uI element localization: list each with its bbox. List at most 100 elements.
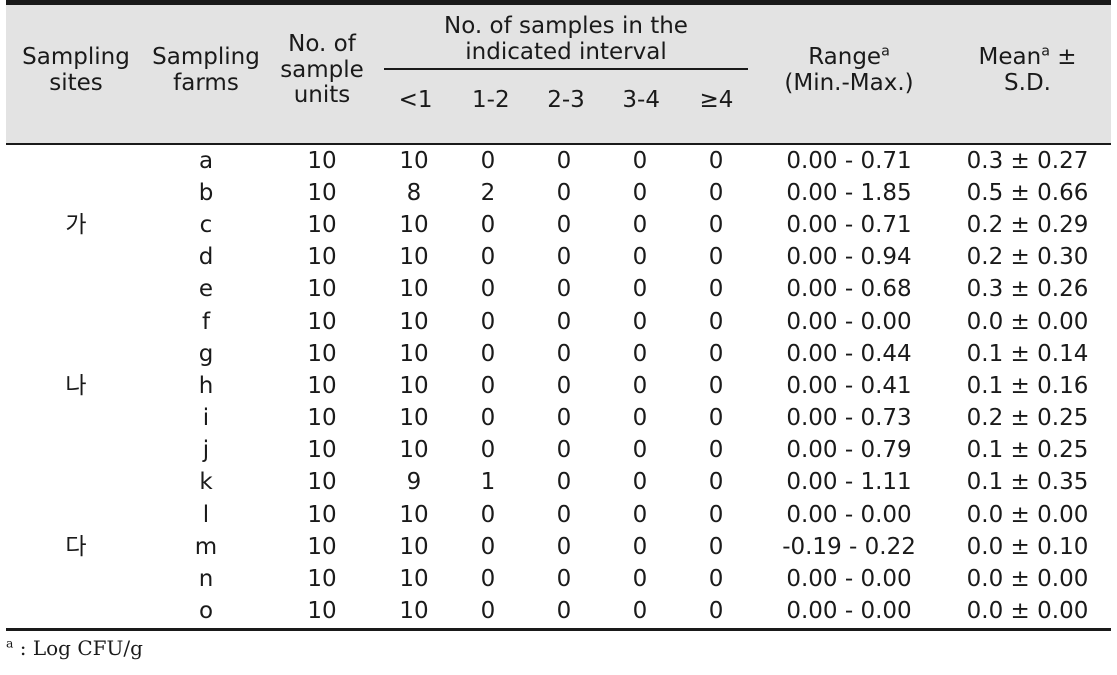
table-row: 가 c 10 10 0 0 0 0 0.00 - 0.71 0.2 ± 0.29 <box>6 209 1111 241</box>
cell-sampling-site <box>6 177 146 209</box>
cell-mean-sd-value: 0.1 ± 0.35 <box>966 469 1089 496</box>
column-header-mean-sd: Meana ± S.D. <box>944 0 1112 145</box>
mean-footnote-marker: a <box>1041 42 1050 59</box>
cell-interval-ge4: 0 <box>678 595 755 631</box>
cell-interval-2-3: 0 <box>556 566 572 593</box>
cell-sample-units: 10 <box>307 469 337 496</box>
footnote-text: : Log CFU/g <box>13 635 143 660</box>
table-body: a 10 10 0 0 0 0 0.00 - 0.71 0.3 ± 0.27 b 10 8 2 0 0 0 0.… <box>6 144 1112 631</box>
cell-sample-units: 10 <box>266 595 378 631</box>
cell-sampling-farm: b <box>198 179 214 206</box>
cell-interval-2-3: 0 <box>556 437 572 464</box>
cell-sample-units: 10 <box>307 405 337 432</box>
cell-interval-ge4: 0 <box>708 566 724 593</box>
column-header-group-interval: No. of samples in the indicated interval… <box>378 0 755 145</box>
table-row: e 10 10 0 0 0 0 0.00 - 0.68 0.3 ± 0.26 <box>6 274 1111 306</box>
cell-sampling-site <box>6 242 146 274</box>
column-header-interval-lt1: <1 <box>398 87 433 114</box>
cell-interval-lt1: 8 <box>406 179 422 206</box>
table-row: n 10 10 0 0 0 0 0.00 - 0.00 0.0 ± 0.00 <box>6 563 1111 595</box>
cell-sample-units: 10 <box>307 308 337 335</box>
cell-interval-ge4: 0 <box>708 211 724 238</box>
table-row: l 10 10 0 0 0 0 0.00 - 0.00 0.0 ± 0.00 <box>6 499 1111 531</box>
sampling-farms-label-line2: farms <box>173 69 239 96</box>
cell-interval-1-2: 0 <box>480 533 496 560</box>
cell-sample-units: 10 <box>307 211 337 238</box>
cell-interval-1-2: 0 <box>480 566 496 593</box>
cell-interval-lt1: 10 <box>399 437 429 464</box>
cell-interval-1-2: 0 <box>480 276 496 303</box>
range-footnote-marker: a <box>881 42 890 59</box>
cell-interval-ge4: 0 <box>708 179 724 206</box>
cell-range-value: 0.00 - 1.11 <box>786 469 912 496</box>
column-header-range: Rangea (Min.-Max.) <box>754 0 945 145</box>
cell-interval-3-4: 0 <box>632 211 648 238</box>
cell-sampling-farm: l <box>202 501 210 528</box>
mean-label-text: Mean <box>978 43 1042 70</box>
cell-range-value: 0.00 - 1.85 <box>786 179 912 206</box>
column-header-interval-1-2: 1-2 <box>472 87 510 114</box>
cell-sampling-site: 나 <box>65 372 87 399</box>
sampling-results-table: Sampling sites Sampling farms No. of sam… <box>6 0 1112 631</box>
cell-sampling-site <box>6 274 146 306</box>
cell-sampling-farm: f <box>201 308 211 335</box>
interval-group-title-line1: No. of samples in the <box>444 13 688 39</box>
table-row: k 10 9 1 0 0 0 0.00 - 1.11 0.1 ± 0.35 <box>6 467 1111 499</box>
cell-range-value: 0.00 - 0.00 <box>786 308 912 335</box>
cell-range-value: 0.00 - 0.00 <box>786 501 912 528</box>
cell-interval-3-4: 0 <box>632 179 648 206</box>
cell-mean-sd-value: 0.0 ± 0.00 <box>966 501 1089 528</box>
cell-sampling-site <box>6 499 146 531</box>
sampling-sites-label-line2: sites <box>49 69 103 96</box>
cell-interval-3-4: 0 <box>632 308 648 335</box>
cell-mean-sd-value: 0.2 ± 0.30 <box>966 244 1089 271</box>
cell-interval-1-2: 0 <box>480 211 496 238</box>
cell-sampling-site <box>6 306 146 338</box>
cell-range-value: 0.00 - 0.41 <box>786 372 912 399</box>
cell-sampling-farm: k <box>199 469 213 496</box>
cell-sample-units: 10 <box>307 566 337 593</box>
cell-sampling-farm: m <box>194 533 218 560</box>
cell-mean-sd-value: 0.1 ± 0.16 <box>966 372 1089 399</box>
interval-group-title-line2: indicated interval <box>465 38 667 65</box>
cell-sampling-farm: n <box>198 566 214 593</box>
cell-range-value: 0.00 - 0.44 <box>786 340 912 367</box>
cell-range-value: 0.00 - 0.71 <box>786 211 912 238</box>
sample-units-label-line3: units <box>293 82 351 109</box>
cell-interval-3-4: 0 <box>632 276 648 303</box>
cell-sampling-site: 다 <box>65 533 87 560</box>
cell-interval-3-4: 0 <box>632 372 648 399</box>
table-row: f 10 10 0 0 0 0 0.00 - 0.00 0.0 ± 0.00 <box>6 306 1111 338</box>
table-header: Sampling sites Sampling farms No. of sam… <box>6 0 1112 145</box>
cell-range-value: -0.19 - 0.22 <box>782 533 916 560</box>
cell-interval-lt1: 10 <box>399 147 429 174</box>
cell-interval-3-4: 0 <box>632 566 648 593</box>
cell-interval-lt1: 10 <box>399 566 429 593</box>
cell-sampling-site <box>6 144 146 177</box>
cell-range-value: 0.00 - 0.79 <box>786 437 912 464</box>
cell-sample-units: 10 <box>307 372 337 399</box>
cell-sampling-farm: a <box>198 147 214 174</box>
cell-interval-lt1: 10 <box>378 595 450 631</box>
cell-interval-2-3: 0 <box>556 469 572 496</box>
cell-sample-units: 10 <box>307 501 337 528</box>
cell-sampling-farm: g <box>198 340 214 367</box>
table-row: g 10 10 0 0 0 0 0.00 - 0.44 0.1 ± 0.14 <box>6 338 1111 370</box>
interval-subheaders: <1 1-2 2-3 3-4 ≥4 <box>378 70 754 143</box>
table-footnote: a : Log CFU/g <box>6 636 1117 660</box>
column-header-interval-ge4: ≥4 <box>699 87 734 114</box>
cell-sampling-site <box>6 435 146 467</box>
cell-interval-1-2: 0 <box>480 405 496 432</box>
cell-interval-lt1: 10 <box>399 372 429 399</box>
cell-interval-1-2: 0 <box>480 308 496 335</box>
cell-sampling-farm: o <box>146 595 266 631</box>
cell-interval-lt1: 10 <box>399 501 429 528</box>
cell-interval-ge4: 0 <box>708 437 724 464</box>
cell-sample-units: 10 <box>307 147 337 174</box>
cell-interval-2-3: 0 <box>556 211 572 238</box>
cell-interval-ge4: 0 <box>708 501 724 528</box>
table-row: b 10 8 2 0 0 0 0.00 - 1.85 0.5 ± 0.66 <box>6 177 1111 209</box>
mean-label-line2: S.D. <box>1004 69 1051 96</box>
cell-mean-sd-value: 0.0 ± 0.00 <box>966 308 1089 335</box>
range-label-line2: (Min.-Max.) <box>784 69 914 96</box>
